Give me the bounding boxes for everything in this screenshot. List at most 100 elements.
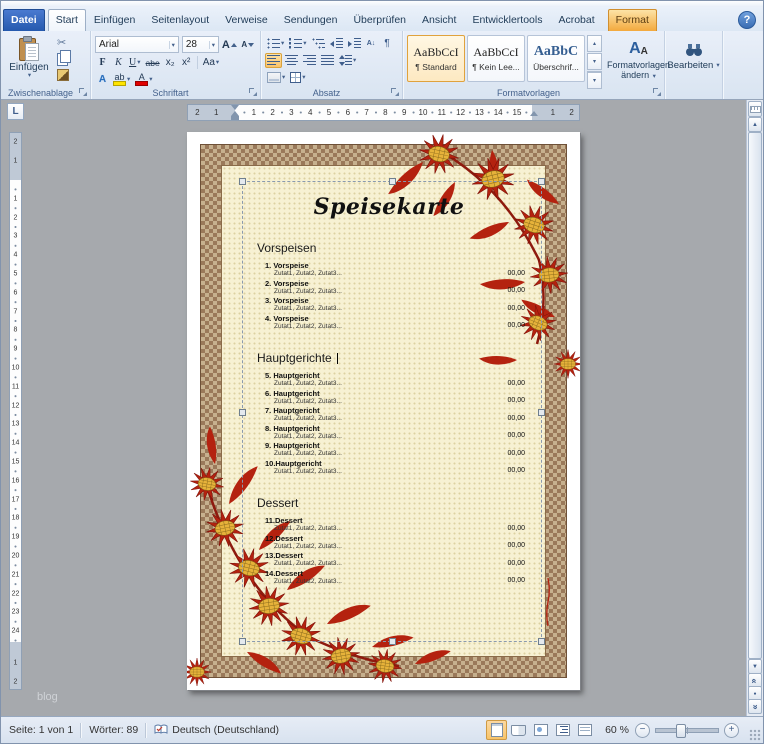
styles-scroll-down-button[interactable]: ▾ [587, 53, 602, 70]
scrollbar-thumb[interactable] [748, 132, 762, 659]
tab-seitenlayout[interactable]: Seitenlayout [143, 9, 217, 31]
tab-datei[interactable]: Datei [3, 9, 45, 31]
text-frame[interactable]: Speisekarte Vorspeisen 1. Vorspeise Zutat1… [239, 178, 545, 645]
menu-item-price: 00,00 [507, 322, 525, 329]
font-size-combo[interactable]: 28 ▾ [181, 36, 220, 53]
tab-start[interactable]: Start [47, 9, 86, 31]
editing-button[interactable]: Bearbeiten ▾ [667, 40, 720, 74]
zoom-slider[interactable] [655, 723, 719, 738]
indent-icon [347, 38, 361, 49]
style-card[interactable]: AaBbCcI ¶ Standard [407, 35, 465, 82]
grow-font-button[interactable]: A [220, 37, 239, 52]
scroll-down-button[interactable]: ▼ [748, 659, 762, 674]
tab-format[interactable]: Format [607, 9, 657, 31]
v-ruler[interactable]: 2 1 1 2 3 4 5 6 7 8 9 10 11 12 13 14 15 16 17 18 19 20 21 22 23 2… [9, 132, 22, 690]
italic-button[interactable]: K [111, 55, 126, 70]
status-word-count[interactable]: Wörter: 89 [89, 724, 138, 736]
change-case-button[interactable]: Aa ▾ [201, 55, 222, 70]
right-indent-marker[interactable] [530, 111, 538, 116]
style-card[interactable]: AaBbCcI ¶ Kein Lee... [467, 35, 525, 82]
chevron-down-icon[interactable]: ▾ [168, 40, 175, 49]
text-effects-button[interactable]: A [95, 72, 110, 87]
dialog-launcher-icon[interactable] [391, 88, 399, 96]
font-color-button[interactable]: A ▾ [133, 72, 154, 87]
change-styles-button[interactable]: AA Formatvorlagen ändern ▾ [606, 35, 671, 81]
v-scrollbar[interactable]: ▲ ▼ « ● « [746, 100, 763, 716]
selection-handle[interactable] [538, 178, 545, 185]
shading-button[interactable]: ▾ [265, 70, 287, 85]
format-painter-button[interactable] [55, 67, 81, 82]
selection-handle[interactable] [389, 638, 396, 645]
first-line-indent-marker[interactable] [231, 105, 239, 110]
style-card[interactable]: AaBbC Überschrif... [527, 35, 585, 82]
borders-button[interactable]: ▾ [288, 70, 307, 85]
tab-sendungen[interactable]: Sendungen [276, 9, 346, 31]
align-center-button[interactable] [283, 53, 300, 68]
left-indent-marker[interactable] [231, 116, 239, 120]
ruler-number: 5 [13, 270, 18, 278]
status-page-count[interactable]: Seite: 1 von 1 [9, 724, 73, 736]
tab-ansicht[interactable]: Ansicht [414, 9, 464, 31]
styles-scroll-up-button[interactable]: ▴ [587, 35, 602, 52]
increase-indent-button[interactable] [346, 36, 363, 51]
proofing-book-icon[interactable] [154, 724, 168, 736]
scroll-up-button[interactable]: ▲ [748, 117, 762, 132]
paste-button[interactable]: Einfügen ▾ [5, 35, 53, 87]
multilevel-list-button[interactable] [310, 36, 327, 51]
dialog-launcher-icon[interactable] [653, 88, 661, 96]
ruler-number: 3 [13, 232, 18, 240]
selection-handle[interactable] [239, 178, 246, 185]
font-name-combo[interactable]: Arial ▾ [95, 36, 179, 53]
view-draft-button[interactable] [574, 720, 595, 740]
decrease-indent-button[interactable] [328, 36, 345, 51]
underline-button[interactable]: U ▾ [127, 55, 143, 70]
view-print-layout-button[interactable] [486, 720, 508, 740]
zoom-level[interactable]: 60 % [605, 724, 629, 736]
status-language[interactable]: Deutsch (Deutschland) [172, 724, 279, 736]
help-button[interactable]: ? [738, 11, 756, 29]
strikethrough-button[interactable]: abe [144, 55, 162, 70]
numbered-list-button[interactable]: ▾ [287, 36, 308, 51]
document-page[interactable]: Speisekarte Vorspeisen 1. Vorspeise Zutat1… [187, 132, 580, 690]
selection-handle[interactable] [239, 408, 246, 416]
view-fullscreen-reading-button[interactable] [508, 720, 529, 740]
tab-entwicklertools[interactable]: Entwicklertools [464, 9, 550, 31]
superscript-button[interactable]: x² [179, 55, 194, 70]
subscript-button[interactable]: x₂ [163, 55, 178, 70]
tab-verweise[interactable]: Verweise [217, 9, 276, 31]
selection-handle[interactable] [538, 638, 545, 645]
line-spacing-button[interactable]: ▾ [337, 53, 358, 68]
bullet-list-button[interactable]: ▾ [265, 36, 286, 51]
selection-handle[interactable] [239, 638, 246, 645]
justify-button[interactable] [319, 53, 336, 68]
ruler-toggle-button[interactable] [748, 101, 762, 117]
highlight-button[interactable]: ab ▾ [111, 72, 132, 87]
dialog-launcher-icon[interactable] [249, 88, 257, 96]
align-left-button[interactable] [265, 53, 282, 68]
styles-more-button[interactable]: ▾ [587, 71, 602, 89]
cut-button[interactable]: ✂ [55, 35, 81, 50]
shrink-font-button[interactable]: A [240, 37, 256, 52]
tab-stop-selector[interactable]: L [7, 103, 24, 120]
zoom-slider-thumb[interactable] [676, 723, 686, 738]
zoom-in-button[interactable]: + [724, 722, 739, 738]
selection-handle[interactable] [538, 408, 545, 416]
tab-überprüfen[interactable]: Überprüfen [345, 9, 414, 31]
tab-einfügen[interactable]: Einfügen [86, 9, 143, 31]
h-ruler[interactable]: 2 1 1 2 3 4 5 6 7 8 9 10 11 12 13 14 15 1 2 [187, 104, 580, 121]
view-web-layout-button[interactable] [530, 720, 551, 740]
next-page-button[interactable]: « [748, 699, 762, 714]
copy-button[interactable] [55, 50, 81, 66]
chevron-down-icon[interactable]: ▾ [208, 40, 215, 49]
menu-item-name: 3. Vorspeise [265, 296, 309, 305]
align-right-button[interactable] [301, 53, 318, 68]
show-paragraph-marks-button[interactable]: ¶ [380, 36, 395, 51]
bold-button[interactable]: F [95, 55, 110, 70]
dialog-launcher-icon[interactable] [79, 88, 87, 96]
sort-button[interactable]: A↓ [364, 36, 379, 51]
tab-acrobat[interactable]: Acrobat [550, 9, 602, 31]
zoom-out-button[interactable]: − [635, 722, 650, 738]
resize-grip[interactable] [749, 729, 761, 741]
view-outline-button[interactable] [552, 720, 573, 740]
selection-handle[interactable] [389, 178, 396, 185]
